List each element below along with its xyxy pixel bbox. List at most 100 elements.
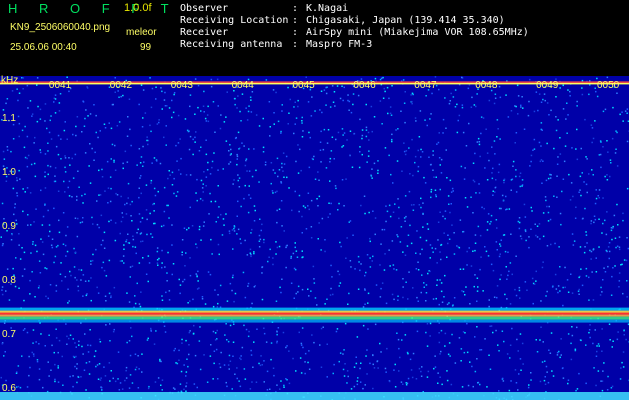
noise-speck [354, 268, 356, 270]
noise-speck [493, 102, 496, 105]
noise-speck [69, 270, 71, 273]
noise-speck [442, 215, 444, 218]
noise-speck [426, 345, 429, 347]
noise-speck [595, 271, 598, 273]
noise-speck [114, 169, 117, 171]
noise-speck [304, 206, 307, 209]
noise-speck [3, 158, 6, 160]
noise-speck [576, 100, 578, 103]
noise-speck [344, 363, 346, 365]
noise-speck [36, 360, 39, 363]
noise-speck [214, 332, 217, 334]
noise-speck [267, 260, 269, 263]
noise-speck [213, 350, 216, 352]
noise-speck [258, 125, 261, 127]
noise-speck [524, 216, 527, 218]
noise-speck [474, 370, 477, 373]
noise-speck [214, 131, 216, 133]
carrier-band [0, 312, 629, 315]
noise-speck [251, 302, 253, 305]
noise-speck [558, 350, 560, 353]
noise-speck [368, 211, 370, 214]
noise-speck [618, 246, 621, 248]
noise-speck [557, 285, 560, 287]
noise-speck [16, 371, 18, 373]
noise-speck [494, 186, 497, 189]
noise-speck [248, 330, 250, 333]
noise-speck [126, 292, 128, 294]
noise-speck [339, 352, 342, 354]
noise-speck [234, 103, 236, 106]
noise-speck [58, 219, 60, 222]
noise-speck [415, 120, 417, 122]
noise-speck [603, 362, 605, 364]
noise-speck [409, 173, 411, 175]
noise-speck [341, 146, 343, 148]
noise-speck [359, 269, 361, 272]
noise-speck [222, 168, 224, 170]
noise-speck [203, 354, 205, 356]
noise-speck [120, 195, 122, 198]
noise-speck [527, 114, 530, 117]
noise-speck [141, 217, 144, 219]
noise-speck [579, 175, 582, 178]
noise-speck [420, 370, 422, 373]
noise-speck [262, 146, 265, 149]
noise-speck [249, 252, 252, 254]
noise-speck [21, 355, 23, 357]
noise-speck [175, 144, 177, 147]
info-value: Maspro FM-3 [306, 39, 373, 50]
noise-speck [294, 268, 297, 271]
noise-speck [29, 293, 31, 295]
noise-speck [3, 218, 5, 220]
noise-speck [280, 291, 282, 294]
noise-speck [283, 163, 286, 165]
noise-speck [225, 140, 228, 142]
noise-speck [250, 99, 252, 101]
noise-speck [444, 97, 446, 99]
noise-speck [161, 262, 163, 264]
noise-speck [109, 340, 111, 342]
noise-speck [594, 202, 597, 205]
noise-speck [415, 252, 417, 254]
noise-speck [492, 331, 494, 334]
noise-speck [265, 341, 268, 343]
noise-speck [58, 102, 61, 104]
noise-speck [173, 192, 175, 195]
noise-speck [432, 154, 434, 156]
noise-speck [98, 226, 100, 229]
noise-speck [231, 229, 234, 231]
noise-speck [453, 253, 456, 255]
noise-speck [38, 378, 41, 381]
noise-speck [215, 221, 217, 223]
noise-speck [286, 379, 288, 381]
noise-speck [492, 269, 495, 272]
noise-speck [503, 181, 505, 184]
noise-speck [39, 272, 42, 274]
noise-speck [160, 360, 162, 363]
noise-speck [42, 253, 45, 256]
noise-speck [300, 344, 303, 346]
noise-speck [466, 322, 468, 325]
noise-speck [337, 131, 340, 134]
noise-speck [439, 353, 441, 355]
noise-speck [502, 200, 505, 202]
noise-speck [228, 368, 230, 370]
noise-speck [211, 166, 213, 169]
noise-speck [576, 105, 578, 107]
noise-speck [125, 240, 127, 243]
noise-speck [440, 258, 442, 261]
noise-speck [98, 338, 101, 341]
noise-speck [437, 221, 440, 223]
noise-speck [491, 146, 493, 148]
noise-speck [186, 358, 188, 360]
noise-speck [172, 263, 175, 265]
noise-speck [361, 134, 364, 137]
noise-speck [462, 230, 465, 233]
noise-speck [535, 280, 537, 282]
noise-speck [544, 376, 546, 378]
noise-speck [476, 277, 479, 279]
noise-speck [595, 355, 598, 357]
noise-speck [553, 147, 555, 150]
noise-speck [344, 322, 347, 325]
